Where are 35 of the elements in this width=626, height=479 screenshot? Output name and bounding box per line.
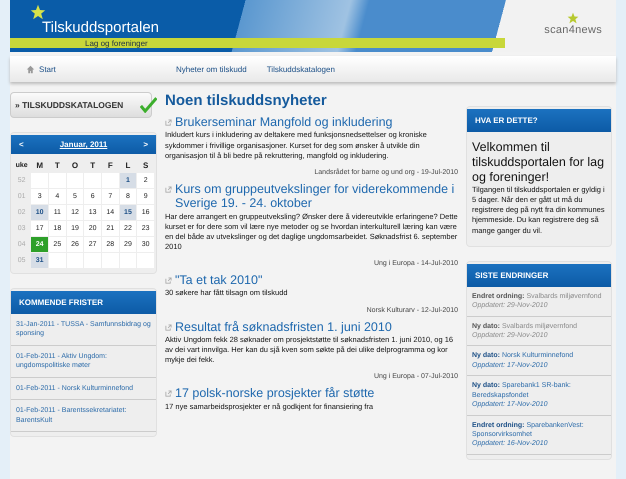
- nav-link[interactable]: Nyheter om tilskudd: [166, 64, 257, 74]
- news-headline-link[interactable]: Brukerseminar Mangfold og inkludering: [175, 115, 392, 130]
- site-title: Tilskuddsportalen: [42, 19, 160, 36]
- next-month-link[interactable]: >: [143, 140, 148, 149]
- external-link-icon: [165, 119, 172, 126]
- news-headline-link[interactable]: 17 polsk-norske prosjekter får støtte: [175, 386, 374, 401]
- panel-heading: KOMMENDE FRISTER: [11, 291, 156, 314]
- news-headline-link[interactable]: "Ta et tak 2010": [175, 273, 262, 288]
- partner-logo: scan4news: [544, 24, 602, 36]
- catalog-button[interactable]: » TILSKUDDSKATALOGEN: [10, 92, 152, 118]
- nav-link[interactable]: Start: [10, 64, 166, 74]
- weekday-header: S: [142, 160, 150, 172]
- weekday-header: O: [70, 160, 80, 172]
- weekday-header: F: [106, 160, 114, 172]
- site-subtitle: Lag og foreninger: [85, 38, 148, 48]
- news-headline-link[interactable]: Kurs om gruppeutvekslinger for viderekommende i Sverige 19. - 24. oktober: [175, 182, 458, 210]
- weekday-header: T: [89, 160, 96, 172]
- external-link-icon: [165, 186, 172, 193]
- prev-month-link[interactable]: <: [19, 140, 24, 149]
- home-icon: [26, 64, 35, 74]
- month-link[interactable]: Januar, 2011: [60, 140, 108, 149]
- external-link-icon: [165, 277, 172, 284]
- news-heading: Noen tilskuddsnyheter: [165, 92, 328, 109]
- weekday-header: M: [35, 160, 44, 172]
- external-link-icon: [165, 390, 172, 398]
- nav-link[interactable]: Tilskuddskatalogen: [256, 64, 345, 74]
- weekday-header: L: [124, 160, 132, 172]
- star-logo-icon: [30, 4, 46, 20]
- panel-heading: HVA ER DETTE?: [467, 109, 611, 132]
- star-logo-icon: [567, 12, 580, 24]
- welcome-heading: Velkommen til tilskuddsportalen for lag og foreninger!: [471, 139, 606, 185]
- panel-heading: SISTE ENDRINGER: [467, 264, 611, 287]
- weekday-header: T: [54, 160, 61, 172]
- external-link-icon: [165, 324, 172, 330]
- news-headline-link[interactable]: Resultat frå søknadsfristen 1. juni 2010: [175, 320, 392, 334]
